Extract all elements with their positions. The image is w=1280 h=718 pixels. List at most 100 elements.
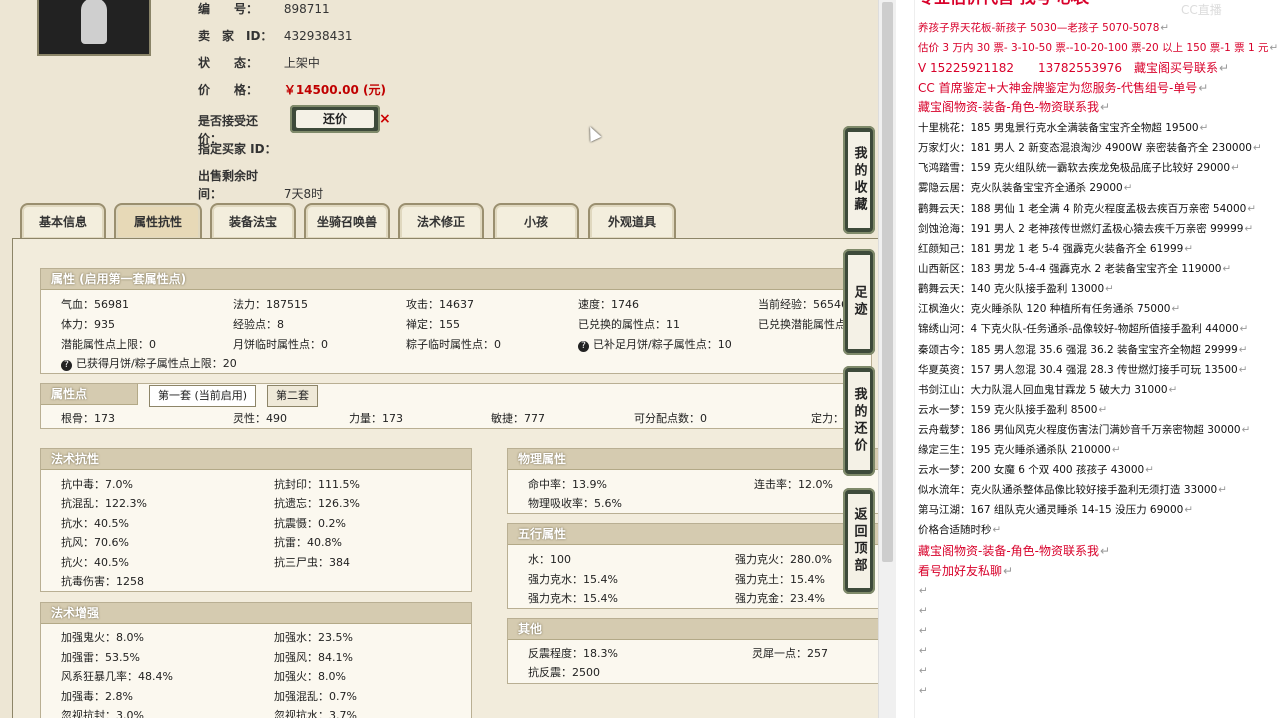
return-mark-icon: ↵ <box>1184 504 1194 516</box>
attr-value: 已获得月饼/粽子属性点上限：20 <box>76 357 237 370</box>
spell-boost-section: 法术增强 加强鬼火：8.0% 加强雷：53.5% 风系狂暴几率：48.4% 加强… <box>40 602 472 718</box>
overlay-line: 藏宝阁物资-装备-角色-物资联系我↵ <box>918 541 1110 561</box>
overlay-line: 红颜知己：181 男龙 1 老 5-4 强霹克火装备齐全 61999↵ <box>918 239 1193 259</box>
help-icon[interactable]: ? <box>61 360 72 371</box>
page-scrollbar[interactable] <box>878 0 897 718</box>
make-offer-button-label: 还价 <box>296 110 374 128</box>
element-value: 强力克土：15.4% <box>735 573 825 586</box>
return-mark-icon: ↵ <box>1100 100 1111 114</box>
remaining-value: 7天8时 <box>283 187 324 201</box>
tab-attributes[interactable]: 属性抗性 <box>114 203 202 241</box>
listing-id-value: 898711 <box>283 2 330 16</box>
back-to-top-label: 返回顶部 <box>848 494 870 588</box>
tab-appearance[interactable]: 外观道具 <box>588 203 676 241</box>
overlay-line-text: 秦颂古今：185 男人忽混 35.6 强混 36.2 装备宝宝齐全物超 2999… <box>918 344 1238 356</box>
character-avatar <box>37 0 151 56</box>
return-mark-icon: ↵ <box>1100 544 1111 558</box>
return-mark-icon: ↵ <box>919 625 928 637</box>
my-favorites-button[interactable]: 我的收藏 <box>843 126 875 234</box>
return-mark-icon: ↵ <box>1145 464 1155 476</box>
resist-value: 抗三尸虫：384 <box>274 556 350 569</box>
listing-id-label: 编 号： <box>198 2 259 16</box>
overlay-line-text: 云水一梦：200 女魔 6 个双 400 孩孩子 43000 <box>918 464 1145 476</box>
physical-value: 命中率：13.9% <box>528 478 607 491</box>
price-value: ￥14500.00 (元) <box>283 83 386 97</box>
other-value: 灵犀一点：257 <box>752 647 828 660</box>
return-mark-icon: ↵ <box>1231 162 1240 174</box>
overlay-line-text: 飞鸿踏雪：159 克火组队统一霸软去疾龙免极品底子比较好 29000 <box>918 162 1231 174</box>
point-value: 根骨：173 <box>61 412 115 425</box>
physical-section: 物理属性 命中率：13.9% 连击率：12.0% 物理吸收率：5.6% <box>507 448 878 514</box>
overlay-line-text: 华夏英资：157 男人忽混 30.4 强混 28.3 传世燃灯接手可玩 1350… <box>918 364 1238 376</box>
tab-equipment[interactable]: 装备法宝 <box>210 203 296 241</box>
resist-value: 抗震慑：0.2% <box>274 517 346 530</box>
return-mark-icon: ↵ <box>1199 122 1209 134</box>
return-mark-icon: ↵ <box>992 524 1002 536</box>
return-mark-icon: ↵ <box>919 685 928 697</box>
boost-value: 加强火：8.0% <box>274 670 346 683</box>
overlay-line-text: 剑蚀沧海：191 男人 2 老神孩传世燃灯孟极心猿去疾千万亲密 99999 <box>918 223 1244 235</box>
overlay-line: 华夏英资：157 男人忽混 30.4 强混 28.3 传世燃灯接手可玩 1350… <box>918 360 1248 380</box>
tab-point-set-2[interactable]: 第二套 <box>267 385 318 407</box>
tab-child[interactable]: 小孩 <box>493 203 579 241</box>
overlay-line-text: 云舟载梦：186 男仙风克火程度伤害法门满妙音千万亲密物超 30000 <box>918 424 1241 436</box>
seller-id-value: 432938431 <box>283 29 353 43</box>
tab-basic-info[interactable]: 基本信息 <box>20 203 106 241</box>
tab-point-set-1[interactable]: 第一套 (当前启用) <box>149 385 257 407</box>
return-mark-icon: ↵ <box>1160 22 1170 34</box>
overlay-line-text: 书剑江山：大力队混人回血鬼甘霖龙 5 破大力 31000 <box>918 384 1168 396</box>
overlay-line-text: 养孩子界天花板-新孩子 5030—老孩子 5070-5078 <box>918 22 1160 34</box>
point-value: 定力： <box>811 412 844 425</box>
attr-value: 潜能属性点上限：0 <box>61 338 156 351</box>
other-title: 其他 <box>508 619 878 640</box>
my-offers-button[interactable]: 我的还价 <box>843 366 875 476</box>
return-mark-icon: ↵ <box>1269 42 1279 54</box>
tab-mounts[interactable]: 坐骑召唤兽 <box>304 203 390 241</box>
overlay-line-text: V 15225921182 13782553976 藏宝阁买号联系 <box>918 61 1218 75</box>
price-label: 价 格： <box>198 83 259 97</box>
overlay-line-text: 估价 3 万内 30 票- 3-10-50 票--10-20-100 票-20 … <box>918 42 1269 54</box>
return-mark-icon: ↵ <box>1168 384 1178 396</box>
return-mark-icon: ↵ <box>1239 323 1249 335</box>
return-mark-icon: ↵ <box>1105 283 1114 295</box>
status-row: 状 态： 上架中 <box>198 54 320 72</box>
attr-value: 气血：56981 <box>61 298 129 311</box>
overlay-line: 云水一梦：200 女魔 6 个双 400 孩孩子 43000↵ <box>918 460 1154 480</box>
attr-value: 攻击：14637 <box>406 298 474 311</box>
point-value: 灵性：490 <box>233 412 287 425</box>
overlay-line-text: 藏宝阁物资-装备-角色-物资联系我 <box>918 100 1099 114</box>
scrollbar-thumb[interactable] <box>882 2 893 562</box>
attr-value: 速度：1746 <box>578 298 639 311</box>
history-button[interactable]: 足迹 <box>843 249 875 355</box>
remaining-label: 出售剩余时间： <box>198 169 259 201</box>
empty-line: ↵ <box>918 681 928 701</box>
back-to-top-button[interactable]: 返回顶部 <box>843 488 875 594</box>
my-favorites-label: 我的收藏 <box>848 132 870 228</box>
tab-spells[interactable]: 法术修正 <box>398 203 484 241</box>
boost-value: 加强水：23.5% <box>274 631 353 644</box>
overlay-line: 万家灯火：181 男人 2 新变态混浪淘沙 4900W 亲密装备齐全 23000… <box>918 138 1262 158</box>
attr-value-with-help: ? 已补足月饼/粽子属性点：10 <box>578 336 732 352</box>
overlay-line: CC 首席鉴定+大神金牌鉴定为您服务-代售组号-单号↵ <box>918 78 1208 98</box>
return-mark-icon: ↵ <box>1198 81 1209 95</box>
attr-value: 粽子临时属性点：0 <box>406 338 501 351</box>
overlay-line: 第马江湖：167 组队克火通灵睡杀 14-15 没压力 69000↵ <box>918 500 1193 520</box>
history-label: 足迹 <box>848 255 870 349</box>
overlay-line: 山西新区：183 男龙 5-4-4 强霹克水 2 老装备宝宝齐全 119000↵ <box>918 259 1231 279</box>
stream-overlay-panel: 专业估价代售 找号 心表 CC直播 养孩子界天花板-新孩子 5030—老孩子 5… <box>896 0 1280 718</box>
overlay-line-text: 山西新区：183 男龙 5-4-4 强霹克水 2 老装备宝宝齐全 119000 <box>918 263 1222 275</box>
overlay-line-text: 十里桃花：185 男鬼景行克水全满装备宝宝齐全物超 19500 <box>918 122 1199 134</box>
element-value: 强力克水：15.4% <box>528 573 618 586</box>
offer-row: 是否接受还价： <box>198 112 280 146</box>
return-mark-icon: ↵ <box>919 645 928 657</box>
close-icon[interactable]: × <box>379 111 391 127</box>
buyer-row: 指定买家 ID： <box>198 140 280 158</box>
resist-value: 抗中毒：7.0% <box>61 478 133 491</box>
help-icon[interactable]: ? <box>578 341 589 352</box>
attr-value: 月饼临时属性点：0 <box>233 338 328 351</box>
overlay-line-text: 鹳舞云天：140 克火队接手盈利 13000 <box>918 283 1105 295</box>
spell-resist-section: 法术抗性 抗中毒：7.0% 抗混乱：122.3% 抗水：40.5% 抗风：70.… <box>40 448 472 592</box>
attributes-title: 属性 (启用第一套属性点) <box>41 269 871 290</box>
spell-boost-title: 法术增强 <box>41 603 471 624</box>
make-offer-button[interactable]: 还价 <box>290 105 380 133</box>
